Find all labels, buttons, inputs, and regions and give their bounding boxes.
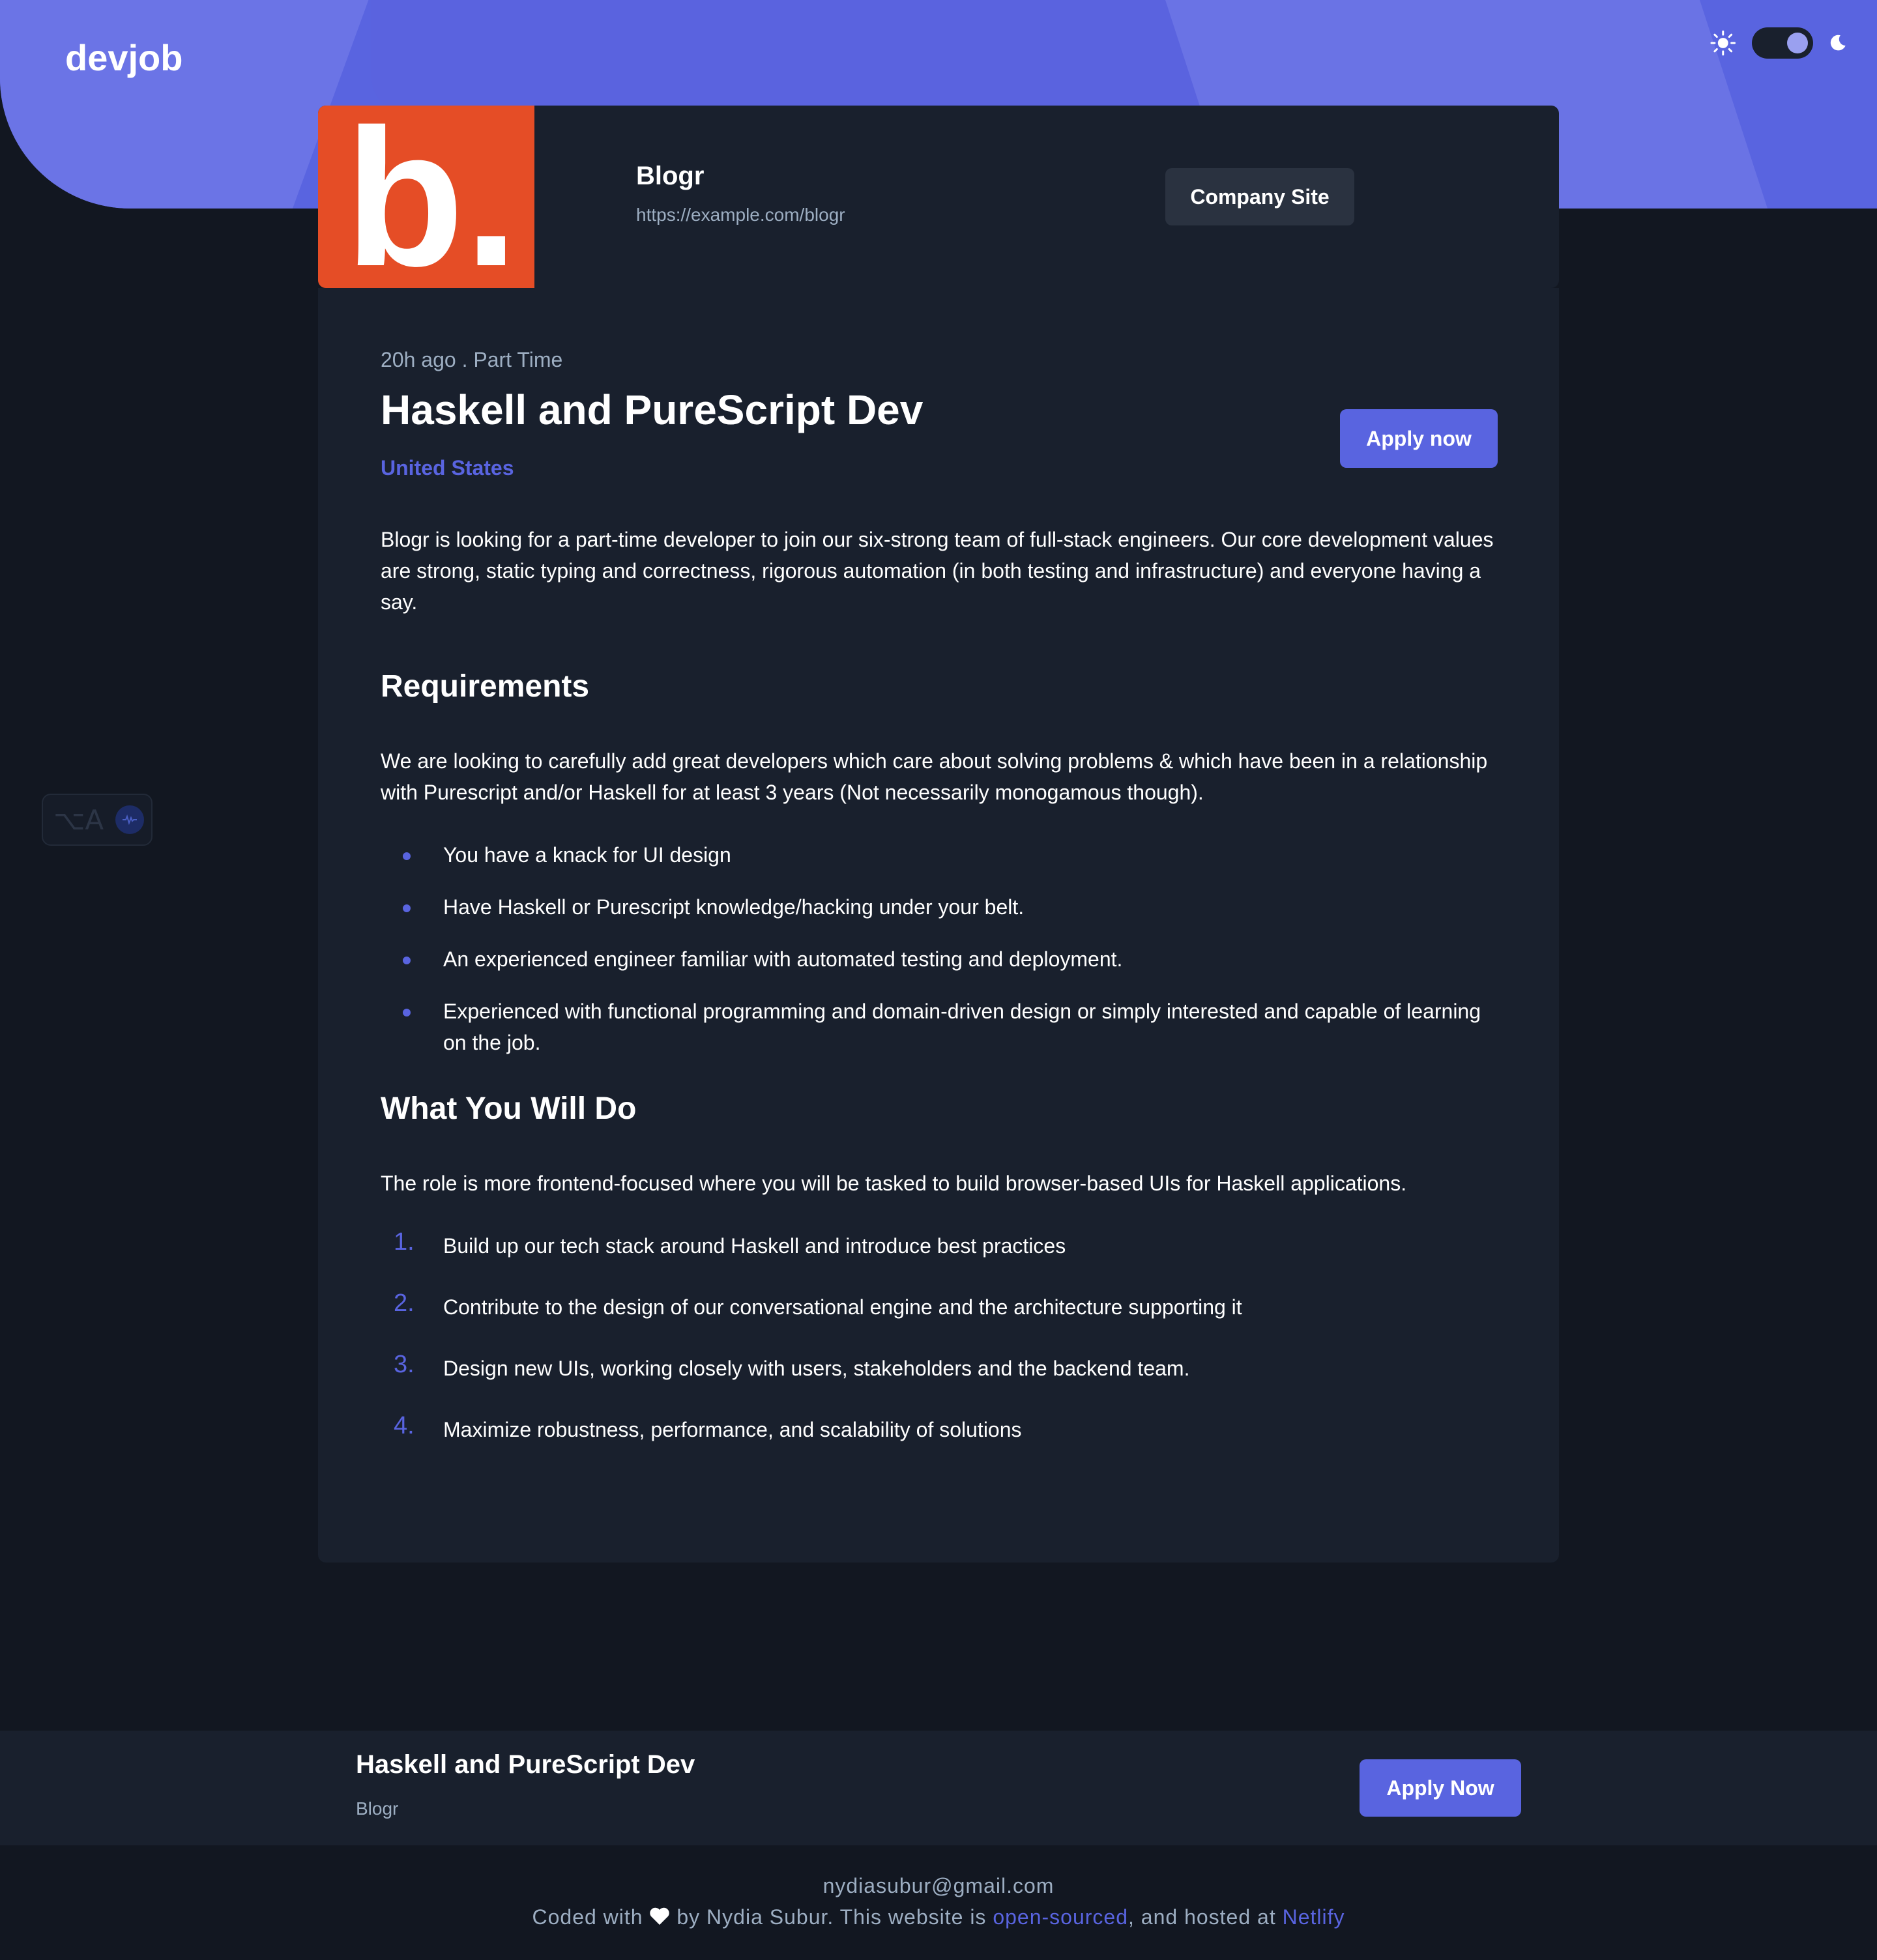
job-location: United States — [381, 456, 514, 480]
meta-separator: . — [456, 348, 474, 371]
footer: nydiasubur@gmail.com Coded with by Nydia… — [0, 1870, 1877, 1933]
theme-toggle-knob — [1787, 33, 1809, 53]
list-item-text: An experienced engineer familiar with au… — [443, 947, 1123, 971]
apply-now-button[interactable]: Apply now — [1340, 409, 1498, 468]
company-site-button[interactable]: Company Site — [1165, 168, 1354, 225]
bottom-company-name: Blogr — [356, 1798, 399, 1819]
list-item-text: You have a knack for UI design — [443, 843, 731, 867]
company-card: b. Blogr https://example.com/blogr Compa… — [318, 106, 1559, 288]
list-item-text: Experienced with functional programming … — [443, 1000, 1481, 1054]
open-source-link[interactable]: open-sourced — [993, 1905, 1128, 1929]
list-item-text: Maximize robustness, performance, and sc… — [443, 1418, 1022, 1441]
requirements-list: You have a knack for UI design Have Hask… — [381, 839, 1502, 1058]
svg-text:b.: b. — [345, 115, 519, 278]
company-logo-mark: b. — [345, 115, 519, 278]
footer-text: Coded with — [532, 1905, 643, 1929]
list-item-text: Have Haskell or Purescript knowledge/hac… — [443, 895, 1025, 919]
bottom-apply-bar: Haskell and PureScript Dev Blogr Apply N… — [0, 1731, 1877, 1845]
job-description: Blogr is looking for a part-time develop… — [381, 528, 1494, 614]
bullet-icon — [403, 852, 411, 860]
side-widget[interactable]: ⌥A — [42, 794, 153, 846]
sun-icon — [1710, 30, 1736, 56]
list-item-text: Contribute to the design of our conversa… — [443, 1295, 1242, 1319]
footer-credits: Coded with by Nydia Subur. This website … — [0, 1901, 1877, 1933]
list-item: You have a knack for UI design — [381, 839, 1502, 871]
job-contract: Part Time — [473, 348, 563, 371]
list-item-text: Design new UIs, working closely with use… — [443, 1357, 1190, 1380]
list-item: 3. Design new UIs, working closely with u… — [381, 1351, 1502, 1384]
waveform-icon — [115, 805, 145, 834]
requirements-content: We are looking to carefully add great de… — [381, 749, 1488, 804]
job-detail-card: 20h ago . Part Time Haskell and PureScri… — [318, 288, 1559, 1563]
theme-switch — [1710, 25, 1847, 61]
bullet-icon — [403, 1009, 411, 1016]
shortcut-keys: ⌥A — [53, 803, 104, 836]
job-content: Blogr is looking for a part-time develop… — [381, 524, 1502, 1475]
list-item: An experienced engineer familiar with au… — [381, 944, 1502, 975]
footer-email[interactable]: nydiasubur@gmail.com — [0, 1870, 1877, 1901]
list-item-text: Build up our tech stack around Haskell a… — [443, 1234, 1066, 1258]
bullet-icon — [403, 904, 411, 912]
list-item: 1. Build up our tech stack around Haskell… — [381, 1228, 1502, 1261]
company-logo: b. — [318, 106, 534, 288]
list-number: 1. — [394, 1228, 415, 1256]
list-number: 3. — [394, 1351, 415, 1378]
list-item: Experienced with functional programming … — [381, 996, 1502, 1058]
list-item: Have Haskell or Purescript knowledge/hac… — [381, 891, 1502, 923]
heart-icon — [650, 1907, 670, 1925]
footer-text: , and hosted at — [1128, 1905, 1283, 1929]
list-number: 2. — [394, 1290, 415, 1317]
netlify-link[interactable]: Netlify — [1283, 1905, 1345, 1929]
company-name: Blogr — [636, 162, 705, 190]
site-logo[interactable]: devjob — [65, 36, 182, 79]
job-title: Haskell and PureScript Dev — [381, 386, 924, 433]
job-meta: 20h ago . Part Time — [381, 348, 562, 372]
header-pattern — [371, 0, 1232, 111]
list-item: 2. Contribute to the design of our conver… — [381, 1290, 1502, 1323]
bottom-apply-now-button[interactable]: Apply Now — [1360, 1759, 1521, 1817]
list-item: 4. Maximize robustness, performance, and … — [381, 1412, 1502, 1445]
job-posted: 20h ago — [381, 348, 456, 371]
role-list: 1. Build up our tech stack around Haskell… — [381, 1228, 1502, 1445]
moon-icon — [1831, 35, 1846, 51]
company-url: https://example.com/blogr — [636, 205, 845, 225]
role-content: The role is more frontend-focused where … — [381, 1172, 1407, 1195]
role-title: What You Will Do — [381, 1091, 637, 1126]
requirements-title: Requirements — [381, 669, 590, 704]
footer-text: by Nydia Subur. This website is — [670, 1905, 993, 1929]
theme-toggle[interactable] — [1751, 27, 1814, 59]
list-number: 4. — [394, 1412, 415, 1439]
bottom-job-title: Haskell and PureScript Dev — [356, 1750, 695, 1779]
bullet-icon — [403, 957, 411, 964]
